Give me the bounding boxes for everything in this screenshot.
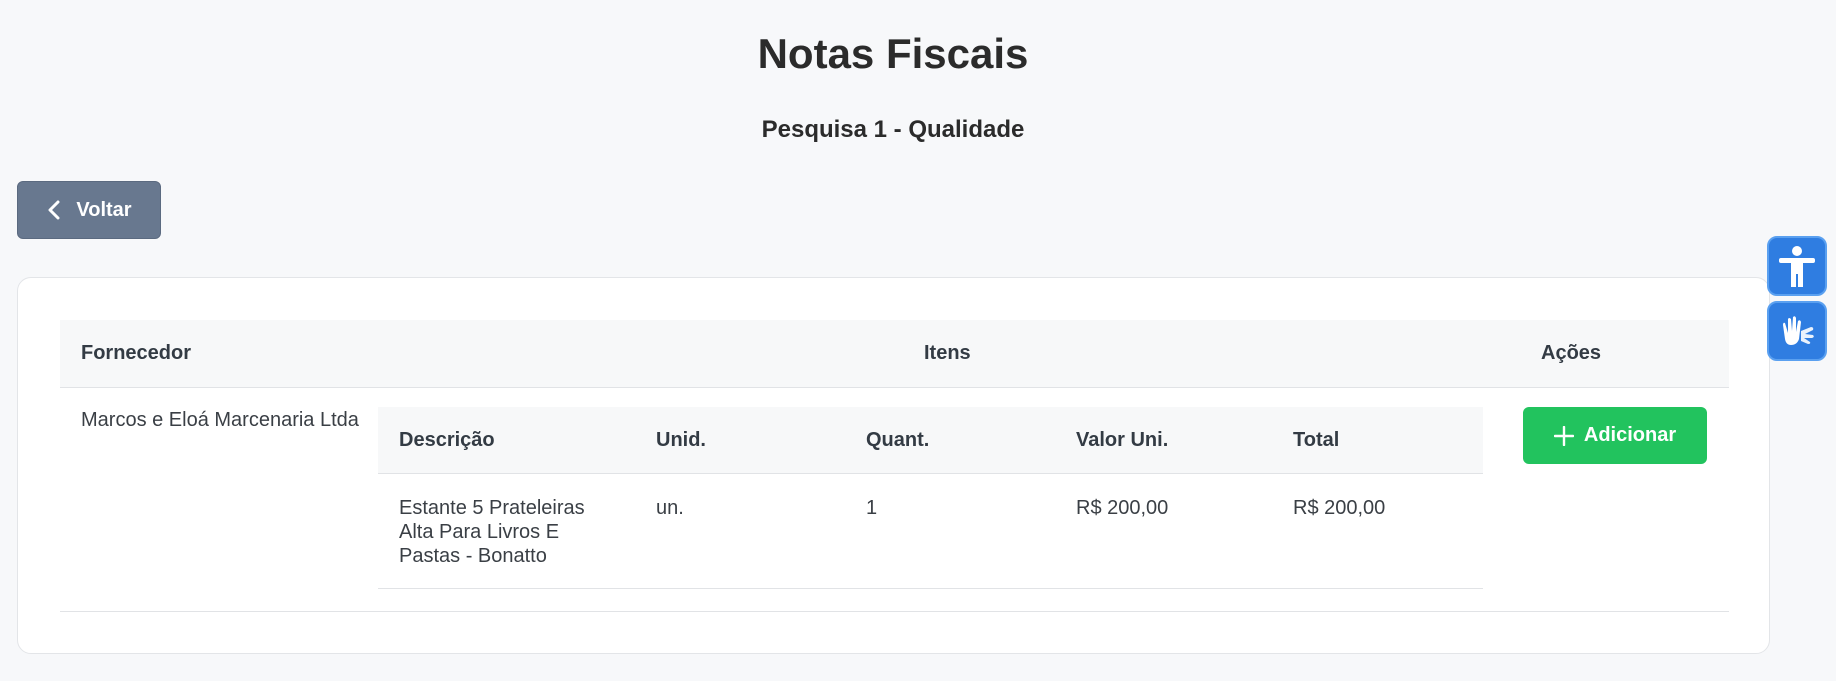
invoices-card: Fornecedor Itens Ações Marcos e Eloá Mar… [17,277,1770,654]
add-button[interactable]: Adicionar [1523,407,1707,464]
items-table: Descrição Unid. Quant. Valor Uni. Total … [378,407,1483,589]
items-column-description: Descrição [399,429,495,451]
items-column-total: Total [1293,429,1340,451]
items-column-unit-price: Valor Uni. [1076,429,1169,451]
item-unit: un. [656,497,684,519]
page-subtitle: Pesquisa 1 - Qualidade [761,116,1025,143]
sign-language-button[interactable] [1767,301,1827,361]
page-title: Notas Fiscais [757,30,1029,77]
column-header-items: Itens [924,342,971,364]
table-header: Fornecedor Itens Ações [60,320,1729,388]
item-description: Estante 5 Prateleiras Alta Para Livros E… [399,497,585,567]
supplier-name: Marcos e Eloá Marcenaria Ltda [81,409,359,431]
items-column-unit: Unid. [656,429,706,451]
accessibility-person-icon [1779,246,1815,287]
plus-icon [1553,425,1574,446]
item-unit-price: R$ 200,00 [1076,497,1169,519]
table-divider [60,611,1729,612]
item-quantity: 1 [866,497,878,519]
back-button[interactable]: Voltar [17,181,161,239]
add-button-label: Adicionar [1583,424,1677,446]
accessibility-button[interactable] [1767,236,1827,296]
column-header-supplier: Fornecedor [81,342,192,364]
sign-language-hands-icon [1783,316,1814,345]
items-column-quantity: Quant. [866,429,930,451]
item-total: R$ 200,00 [1293,497,1386,519]
table-row: Estante 5 Prateleiras Alta Para Livros E… [378,474,1483,589]
back-button-label: Voltar [76,198,132,221]
chevron-left-icon [48,200,60,220]
column-header-actions: Ações [1541,342,1602,364]
items-table-header: Descrição Unid. Quant. Valor Uni. Total [378,407,1483,474]
